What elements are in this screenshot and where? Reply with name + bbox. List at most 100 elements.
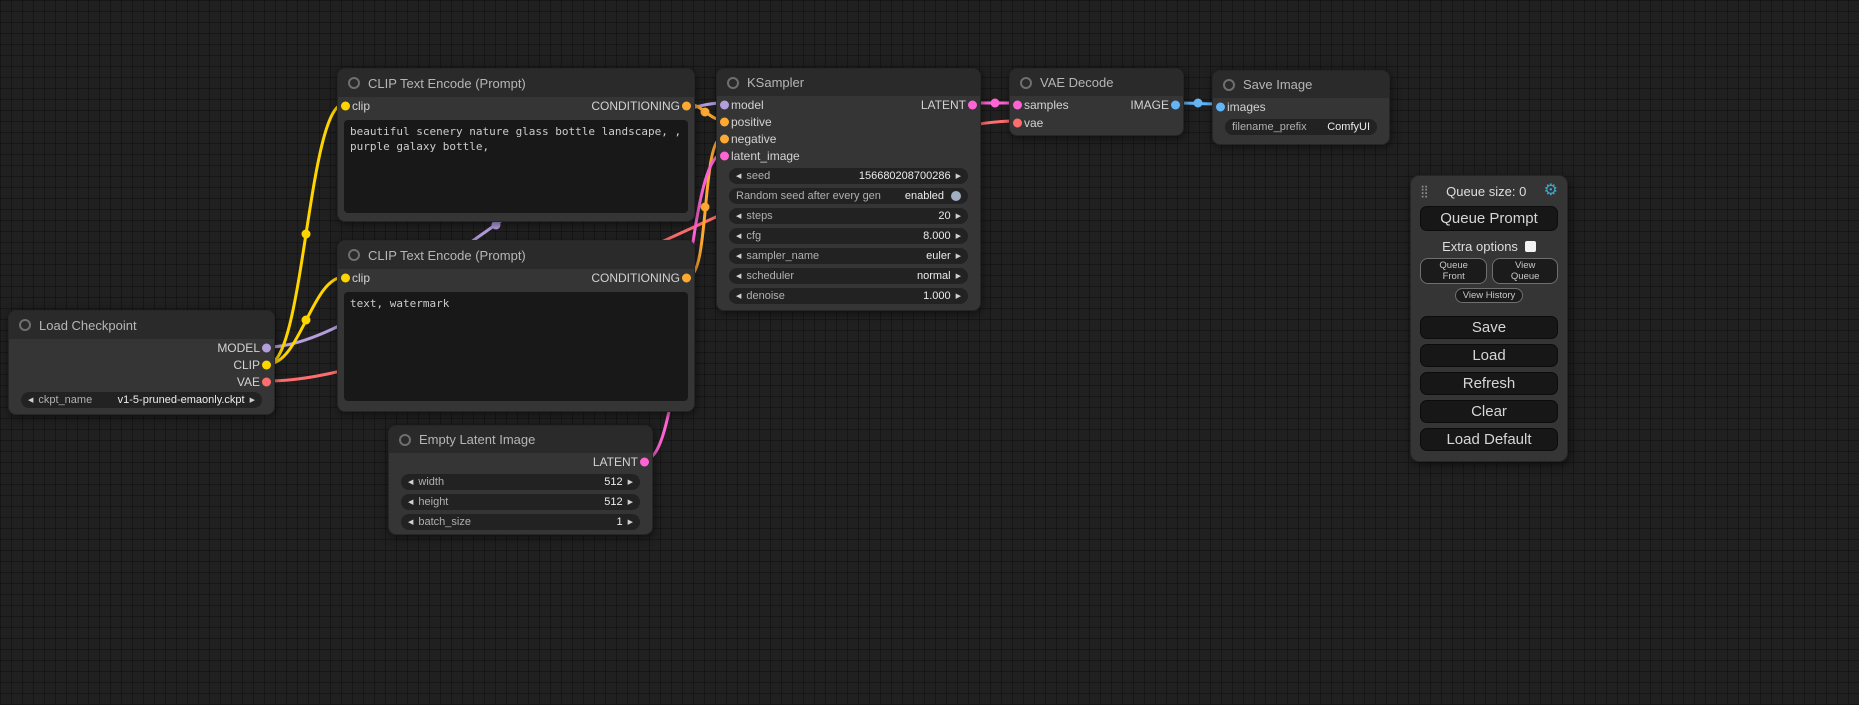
input-label-images: images <box>1227 100 1266 114</box>
node-title-bar[interactable]: KSampler <box>717 69 980 96</box>
input-pin-model[interactable] <box>720 100 729 109</box>
stepper-right-icon[interactable]: ▶ <box>628 499 633 506</box>
node-save-image[interactable]: Save Image images filename_prefix ComfyU… <box>1212 70 1390 145</box>
stepper-right-icon[interactable]: ▶ <box>956 293 961 300</box>
settings-gear-icon[interactable]: ⚙ <box>1544 183 1558 199</box>
clear-button[interactable]: Clear <box>1420 400 1558 423</box>
stepper-left-icon[interactable]: ◀ <box>736 253 741 260</box>
stepper-right-icon[interactable]: ▶ <box>956 253 961 260</box>
refresh-button[interactable]: Refresh <box>1420 372 1558 395</box>
node-vae-decode[interactable]: VAE Decode samples IMAGE vae <box>1009 68 1184 136</box>
node-title-bar[interactable]: CLIP Text Encode (Prompt) <box>338 241 694 269</box>
collapse-dot-icon[interactable] <box>727 77 739 89</box>
drag-handle-icon[interactable]: ⣿ <box>1420 184 1429 198</box>
widget-width[interactable]: ◀ width 512 ▶ <box>401 474 640 490</box>
stepper-right-icon[interactable]: ▶ <box>956 213 961 220</box>
node-title-bar[interactable]: Save Image <box>1213 71 1389 98</box>
input-pin-negative[interactable] <box>720 134 729 143</box>
node-title-bar[interactable]: Load Checkpoint <box>9 311 274 339</box>
queue-prompt-button[interactable]: Queue Prompt <box>1420 206 1558 231</box>
save-button[interactable]: Save <box>1420 316 1558 339</box>
stepper-right-icon[interactable]: ▶ <box>956 273 961 280</box>
node-clip-text-encode-negative[interactable]: CLIP Text Encode (Prompt) clip CONDITION… <box>337 240 695 412</box>
node-graph-canvas[interactable]: Load Checkpoint MODEL CLIP VAE ◀ ckpt_na… <box>0 0 1859 705</box>
widget-denoise[interactable]: ◀ denoise 1.000 ▶ <box>729 288 968 304</box>
widget-value: ComfyUI <box>1327 121 1370 133</box>
widget-label: seed <box>746 170 770 182</box>
stepper-left-icon[interactable]: ◀ <box>28 397 33 404</box>
stepper-left-icon[interactable]: ◀ <box>736 273 741 280</box>
negative-prompt-textarea[interactable]: text, watermark <box>344 292 688 401</box>
stepper-left-icon[interactable]: ◀ <box>736 213 741 220</box>
stepper-left-icon[interactable]: ◀ <box>736 233 741 240</box>
link-midpoint-dot <box>991 99 1000 108</box>
collapse-dot-icon[interactable] <box>1223 79 1235 91</box>
stepper-left-icon[interactable]: ◀ <box>736 293 741 300</box>
stepper-left-icon[interactable]: ◀ <box>408 499 413 506</box>
widget-height[interactable]: ◀ height 512 ▶ <box>401 494 640 510</box>
extra-options-row: Extra options <box>1420 239 1558 254</box>
input-pin-positive[interactable] <box>720 117 729 126</box>
queue-front-button[interactable]: Queue Front <box>1420 258 1487 284</box>
input-pin-vae[interactable] <box>1013 119 1022 128</box>
output-label-latent: LATENT <box>921 98 966 112</box>
queue-controls-row: Queue Front View Queue <box>1420 258 1558 284</box>
node-title-bar[interactable]: VAE Decode <box>1010 69 1183 96</box>
view-history-button[interactable]: View History <box>1455 288 1524 303</box>
widget-label: steps <box>746 210 772 222</box>
node-title-bar[interactable]: CLIP Text Encode (Prompt) <box>338 69 694 97</box>
widget-batch-size[interactable]: ◀ batch_size 1 ▶ <box>401 514 640 530</box>
load-button[interactable]: Load <box>1420 344 1558 367</box>
input-pin-clip[interactable] <box>341 273 350 282</box>
stepper-left-icon[interactable]: ◀ <box>408 519 413 526</box>
widget-random-seed-toggle[interactable]: Random seed after every gen enabled <box>729 188 968 204</box>
output-pin-model[interactable] <box>262 343 271 352</box>
collapse-dot-icon[interactable] <box>399 434 411 446</box>
widget-seed[interactable]: ◀ seed 156680208700286 ▶ <box>729 168 968 184</box>
output-pin-conditioning[interactable] <box>682 101 691 110</box>
stepper-right-icon[interactable]: ▶ <box>956 233 961 240</box>
collapse-dot-icon[interactable] <box>348 77 360 89</box>
widget-ckpt-name[interactable]: ◀ ckpt_name v1-5-pruned-emaonly.ckpt ▶ <box>21 392 262 408</box>
output-pin-conditioning[interactable] <box>682 273 691 282</box>
output-pin-image[interactable] <box>1171 101 1180 110</box>
widget-scheduler[interactable]: ◀ scheduler normal ▶ <box>729 268 968 284</box>
extra-options-checkbox[interactable] <box>1525 241 1536 252</box>
slot-row: clip CONDITIONING <box>338 269 694 286</box>
widget-filename-prefix[interactable]: filename_prefix ComfyUI <box>1225 119 1377 135</box>
node-load-checkpoint[interactable]: Load Checkpoint MODEL CLIP VAE ◀ ckpt_na… <box>8 310 275 415</box>
stepper-right-icon[interactable]: ▶ <box>628 519 633 526</box>
load-default-button[interactable]: Load Default <box>1420 428 1558 451</box>
node-ksampler[interactable]: KSampler model LATENT positive negative … <box>716 68 981 311</box>
widget-cfg[interactable]: ◀ cfg 8.000 ▶ <box>729 228 968 244</box>
stepper-right-icon[interactable]: ▶ <box>250 397 255 404</box>
input-pin-clip[interactable] <box>341 101 350 110</box>
output-pin-latent[interactable] <box>968 100 977 109</box>
link-midpoint-dot <box>701 203 710 212</box>
node-clip-text-encode-positive[interactable]: CLIP Text Encode (Prompt) clip CONDITION… <box>337 68 695 222</box>
positive-prompt-textarea[interactable]: beautiful scenery nature glass bottle la… <box>344 120 688 213</box>
collapse-dot-icon[interactable] <box>348 249 360 261</box>
view-queue-button[interactable]: View Queue <box>1492 258 1558 284</box>
stepper-left-icon[interactable]: ◀ <box>408 479 413 486</box>
input-label-clip: clip <box>352 271 370 285</box>
output-pin-latent[interactable] <box>640 457 649 466</box>
collapse-dot-icon[interactable] <box>1020 77 1032 89</box>
spacer <box>1420 303 1558 311</box>
toggle-indicator-icon[interactable] <box>951 191 961 201</box>
input-pin-samples[interactable] <box>1013 101 1022 110</box>
widget-sampler-name[interactable]: ◀ sampler_name euler ▶ <box>729 248 968 264</box>
output-pin-vae[interactable] <box>262 377 271 386</box>
stepper-right-icon[interactable]: ▶ <box>956 173 961 180</box>
widget-steps[interactable]: ◀ steps 20 ▶ <box>729 208 968 224</box>
collapse-dot-icon[interactable] <box>19 319 31 331</box>
output-pin-clip[interactable] <box>262 360 271 369</box>
input-pin-images[interactable] <box>1216 102 1225 111</box>
node-title-bar[interactable]: Empty Latent Image <box>389 426 652 453</box>
link-midpoint-dot <box>302 230 311 239</box>
stepper-right-icon[interactable]: ▶ <box>628 479 633 486</box>
widget-label: scheduler <box>746 270 794 282</box>
node-empty-latent-image[interactable]: Empty Latent Image LATENT ◀ width 512 ▶ … <box>388 425 653 535</box>
stepper-left-icon[interactable]: ◀ <box>736 173 741 180</box>
input-pin-latent-image[interactable] <box>720 151 729 160</box>
